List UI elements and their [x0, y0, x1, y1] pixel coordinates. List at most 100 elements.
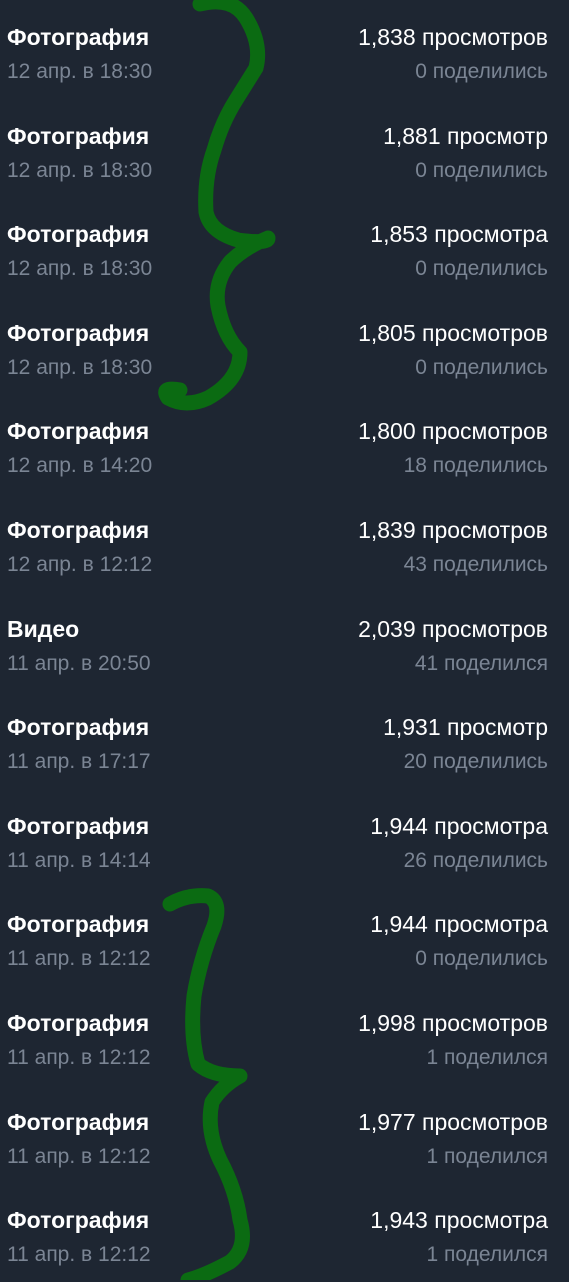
- post-stat-primary-line: Фотография 1,931 просмотр: [7, 714, 548, 744]
- shares-count: 0 поделились: [415, 60, 548, 83]
- post-stats-list: Фотография 1,838 просмотров 12 апр. в 18:3…: [0, 0, 569, 1282]
- post-stat-row[interactable]: Фотография 1,944 просмотра 11 апр. в 14:14…: [0, 789, 569, 888]
- post-stat-secondary-line: 12 апр. в 18:30 0 поделились: [7, 159, 548, 189]
- post-date: 11 апр. в 12:12: [7, 947, 151, 971]
- views-count: 1,800 просмотров: [358, 418, 548, 445]
- post-type-label: Видео: [7, 615, 80, 642]
- post-type-label: Фотография: [7, 516, 150, 543]
- post-type-label: Фотография: [7, 812, 150, 839]
- views-count: 1,943 просмотра: [370, 1207, 548, 1234]
- post-stat-row-content: Фотография 1,853 просмотра 12 апр. в 18:30…: [7, 221, 548, 287]
- post-type-label: Фотография: [7, 1108, 150, 1135]
- post-stat-secondary-line: 12 апр. в 14:20 18 поделились: [7, 454, 548, 484]
- post-type-label: Фотография: [7, 911, 150, 938]
- views-count: 1,977 просмотров: [358, 1108, 548, 1135]
- shares-count: 18 поделились: [403, 454, 548, 478]
- post-stat-row[interactable]: Фотография 1,805 просмотров 12 апр. в 18:3…: [0, 296, 569, 395]
- views-count: 1,944 просмотра: [370, 812, 548, 839]
- views-count: 1,931 просмотр: [383, 714, 548, 741]
- views-count: 2,039 просмотров: [358, 615, 548, 642]
- post-stat-primary-line: Фотография 1,838 просмотров: [7, 24, 548, 54]
- post-stat-row[interactable]: Фотография 1,977 просмотров 11 апр. в 12:1…: [0, 1085, 569, 1184]
- post-stat-primary-line: Фотография 1,998 просмотров: [7, 1010, 548, 1040]
- post-stat-secondary-line: 11 апр. в 12:12 1 поделился: [7, 1046, 548, 1076]
- post-stat-secondary-line: 11 апр. в 12:12 0 поделились: [7, 947, 548, 977]
- post-stat-primary-line: Фотография 1,839 просмотров: [7, 517, 548, 547]
- post-stat-row-content: Фотография 1,977 просмотров 11 апр. в 12:1…: [7, 1109, 548, 1175]
- shares-count: 0 поделились: [415, 947, 548, 971]
- views-count: 1,881 просмотр: [383, 122, 548, 149]
- post-stat-row[interactable]: Фотография 1,881 просмотр 12 апр. в 18:30 0…: [0, 99, 569, 198]
- post-type-label: Фотография: [7, 221, 150, 248]
- shares-count: 1 поделился: [426, 1243, 548, 1267]
- post-stat-primary-line: Фотография 1,977 просмотров: [7, 1109, 548, 1139]
- post-stat-row[interactable]: Фотография 1,839 просмотров 12 апр. в 12:1…: [0, 493, 569, 592]
- post-stat-secondary-line: 11 апр. в 17:17 20 поделились: [7, 750, 548, 780]
- post-type-label: Фотография: [7, 122, 150, 149]
- post-stat-row[interactable]: Фотография 1,853 просмотра 12 апр. в 18:30…: [0, 197, 569, 296]
- post-type-label: Фотография: [7, 24, 150, 50]
- views-count: 1,805 просмотров: [358, 319, 548, 346]
- post-stat-primary-line: Фотография 1,944 просмотра: [7, 911, 548, 941]
- post-date: 11 апр. в 17:17: [7, 750, 151, 774]
- post-stat-row-content: Фотография 1,805 просмотров 12 апр. в 18:3…: [7, 320, 548, 386]
- post-stat-primary-line: Фотография 1,943 просмотра: [7, 1207, 548, 1237]
- post-type-label: Фотография: [7, 1207, 150, 1234]
- post-date: 12 апр. в 18:30: [7, 158, 153, 182]
- shares-count: 0 поделились: [415, 257, 548, 281]
- post-stat-secondary-line: 11 апр. в 20:50 41 поделился: [7, 652, 548, 682]
- post-stat-primary-line: Фотография 1,800 просмотров: [7, 418, 548, 448]
- post-date: 12 апр. в 18:30: [7, 60, 153, 83]
- views-count: 1,838 просмотров: [358, 24, 548, 50]
- post-stat-secondary-line: 12 апр. в 18:30 0 поделились: [7, 257, 548, 287]
- post-date: 11 апр. в 12:12: [7, 1045, 151, 1069]
- views-count: 1,944 просмотра: [370, 911, 548, 938]
- post-stat-secondary-line: 11 апр. в 14:14 26 поделились: [7, 849, 548, 879]
- shares-count: 41 поделился: [414, 651, 548, 675]
- shares-count: 20 поделились: [403, 750, 548, 774]
- post-stat-row-content: Фотография 1,839 просмотров 12 апр. в 12:1…: [7, 517, 548, 583]
- post-stat-row[interactable]: Фотография 1,838 просмотров 12 апр. в 18:3…: [0, 0, 569, 99]
- views-count: 1,853 просмотра: [370, 221, 548, 248]
- post-type-label: Фотография: [7, 1009, 150, 1036]
- post-stat-row-content: Фотография 1,800 просмотров 12 апр. в 14:2…: [7, 418, 548, 484]
- post-stat-primary-line: Видео 2,039 просмотров: [7, 616, 548, 646]
- post-date: 12 апр. в 14:20: [7, 454, 153, 478]
- post-stat-row[interactable]: Фотография 1,944 просмотра 11 апр. в 12:12…: [0, 887, 569, 986]
- post-date: 12 апр. в 18:30: [7, 355, 153, 379]
- post-date: 12 апр. в 12:12: [7, 552, 153, 576]
- shares-count: 0 поделились: [415, 355, 548, 379]
- post-stat-row-content: Фотография 1,931 просмотр 11 апр. в 17:17 2…: [7, 714, 548, 780]
- post-stat-secondary-line: 11 апр. в 12:12 1 поделился: [7, 1243, 548, 1273]
- post-type-label: Фотография: [7, 418, 150, 445]
- post-stat-primary-line: Фотография 1,881 просмотр: [7, 123, 548, 153]
- post-stat-secondary-line: 12 апр. в 18:30 0 поделились: [7, 60, 548, 90]
- post-date: 12 апр. в 18:30: [7, 257, 153, 281]
- post-stat-row-content: Видео 2,039 просмотров 11 апр. в 20:50 41 п…: [7, 616, 548, 682]
- post-date: 11 апр. в 12:12: [7, 1144, 151, 1168]
- post-stat-primary-line: Фотография 1,805 просмотров: [7, 320, 548, 350]
- post-stat-row-content: Фотография 1,881 просмотр 12 апр. в 18:30 0…: [7, 123, 548, 189]
- post-stat-row-content: Фотография 1,838 просмотров 12 апр. в 18:3…: [7, 24, 548, 90]
- post-stat-secondary-line: 12 апр. в 18:30 0 поделились: [7, 356, 548, 386]
- shares-count: 1 поделился: [426, 1045, 548, 1069]
- post-type-label: Фотография: [7, 714, 150, 741]
- post-stat-row[interactable]: Фотография 1,998 просмотров 11 апр. в 12:1…: [0, 986, 569, 1085]
- post-stat-row[interactable]: Фотография 1,943 просмотра 11 апр. в 12:12…: [0, 1183, 569, 1282]
- views-count: 1,998 просмотров: [358, 1009, 548, 1036]
- shares-count: 43 поделились: [403, 552, 548, 576]
- post-type-label: Фотография: [7, 319, 150, 346]
- post-stat-primary-line: Фотография 1,944 просмотра: [7, 813, 548, 843]
- post-stat-row[interactable]: Видео 2,039 просмотров 11 апр. в 20:50 41 п…: [0, 592, 569, 691]
- post-stat-row-content: Фотография 1,943 просмотра 11 апр. в 12:12…: [7, 1207, 548, 1273]
- post-date: 11 апр. в 14:14: [7, 848, 151, 872]
- post-stat-row[interactable]: Фотография 1,931 просмотр 11 апр. в 17:17 2…: [0, 690, 569, 789]
- shares-count: 0 поделились: [415, 158, 548, 182]
- post-stat-secondary-line: 12 апр. в 12:12 43 поделились: [7, 553, 548, 583]
- shares-count: 26 поделились: [403, 848, 548, 872]
- post-stat-primary-line: Фотография 1,853 просмотра: [7, 221, 548, 251]
- shares-count: 1 поделился: [426, 1144, 548, 1168]
- post-date: 11 апр. в 12:12: [7, 1243, 151, 1267]
- post-stat-row[interactable]: Фотография 1,800 просмотров 12 апр. в 14:2…: [0, 394, 569, 493]
- views-count: 1,839 просмотров: [358, 516, 548, 543]
